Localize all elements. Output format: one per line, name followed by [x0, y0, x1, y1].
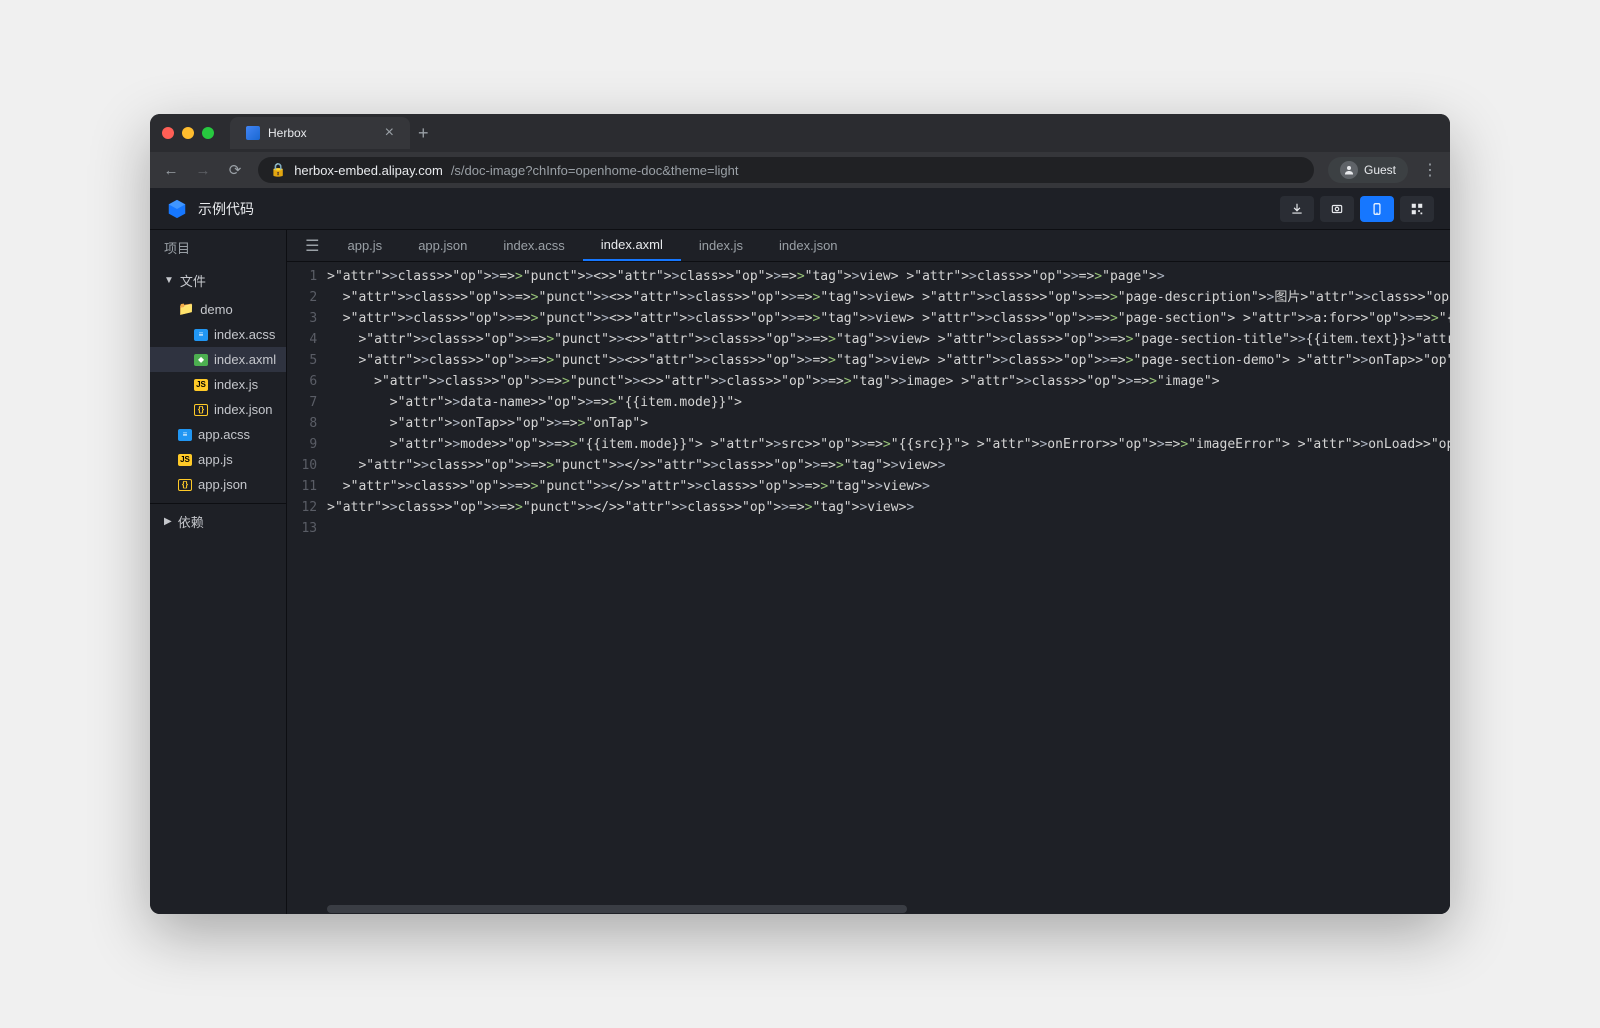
- hamburger-menu-icon[interactable]: ☰: [295, 236, 329, 256]
- forward-button[interactable]: →: [194, 162, 212, 179]
- close-window-button[interactable]: [162, 127, 174, 139]
- lock-icon: 🔒: [270, 162, 286, 178]
- acss-file-icon: ≡: [178, 429, 192, 441]
- sidebar-header: 项目: [150, 230, 286, 265]
- editor-tab-index-acss[interactable]: index.acss: [485, 230, 582, 261]
- url-host: herbox-embed.alipay.com: [294, 163, 443, 178]
- reload-button[interactable]: ⟳: [226, 161, 244, 179]
- qrcode-button[interactable]: [1400, 196, 1434, 222]
- editor-tabs: ☰ app.jsapp.jsonindex.acssindex.axmlinde…: [287, 230, 1450, 262]
- minimize-window-button[interactable]: [182, 127, 194, 139]
- chevron-right-icon: ▶: [164, 516, 172, 527]
- axml-file-icon: ⬥: [194, 354, 208, 366]
- editor-tab-index-json[interactable]: index.json: [761, 230, 856, 261]
- file-item-index-js[interactable]: JSindex.js: [150, 372, 286, 397]
- code-editor[interactable]: 12345678910111213 >"attr">>class>>"op">>…: [287, 262, 1450, 904]
- file-item-app-js[interactable]: JSapp.js: [150, 447, 286, 472]
- browser-window: Herbox × + ← → ⟳ 🔒 herbox-embed.alipay.c…: [150, 114, 1450, 914]
- editor-tab-app-json[interactable]: app.json: [400, 230, 485, 261]
- editor-area: ☰ app.jsapp.jsonindex.acssindex.axmlinde…: [287, 230, 1450, 914]
- sidebar: 项目 ▼ 文件 📁 demo ≡index.acss⬥index.axmlJSi…: [150, 230, 287, 914]
- tab-favicon-icon: [246, 126, 260, 140]
- app-title: 示例代码: [198, 199, 254, 219]
- js-file-icon: JS: [194, 379, 208, 391]
- guest-label: Guest: [1364, 163, 1396, 177]
- new-tab-button[interactable]: +: [418, 123, 429, 144]
- titlebar: Herbox × +: [150, 114, 1450, 152]
- maximize-window-button[interactable]: [202, 127, 214, 139]
- screenshot-button[interactable]: [1320, 196, 1354, 222]
- main: 项目 ▼ 文件 📁 demo ≡index.acss⬥index.axmlJSi…: [150, 230, 1450, 914]
- guest-profile-button[interactable]: Guest: [1328, 157, 1408, 183]
- json-file-icon: {}: [194, 404, 208, 416]
- js-file-icon: JS: [178, 454, 192, 466]
- editor-tab-index-js[interactable]: index.js: [681, 230, 761, 261]
- address-bar: ← → ⟳ 🔒 herbox-embed.alipay.com/s/doc-im…: [150, 152, 1450, 188]
- avatar-icon: [1340, 161, 1358, 179]
- header-actions: [1280, 196, 1434, 222]
- horizontal-scrollbar[interactable]: [287, 904, 1450, 914]
- line-numbers: 12345678910111213: [287, 262, 327, 904]
- url-path: /s/doc-image?chInfo=openhome-doc&theme=l…: [451, 163, 739, 178]
- app-logo-icon: [166, 198, 188, 220]
- scrollbar-thumb[interactable]: [327, 905, 907, 913]
- download-button[interactable]: [1280, 196, 1314, 222]
- file-item-index-acss[interactable]: ≡index.acss: [150, 322, 286, 347]
- folder-demo[interactable]: 📁 demo: [150, 296, 286, 322]
- app-header: 示例代码: [150, 188, 1450, 230]
- deps-label: 依赖: [178, 512, 204, 531]
- files-label: 文件: [180, 271, 206, 290]
- acss-file-icon: ≡: [194, 329, 208, 341]
- sidebar-section-deps[interactable]: ▶ 依赖: [150, 503, 286, 537]
- traffic-lights: [162, 127, 214, 139]
- url-input[interactable]: 🔒 herbox-embed.alipay.com/s/doc-image?ch…: [258, 157, 1314, 183]
- json-file-icon: {}: [178, 479, 192, 491]
- chevron-down-icon: ▼: [164, 275, 174, 286]
- folder-icon: 📁: [178, 301, 194, 317]
- browser-tab[interactable]: Herbox ×: [230, 117, 410, 149]
- editor-tab-app-js[interactable]: app.js: [329, 230, 400, 261]
- tab-title: Herbox: [268, 126, 307, 140]
- back-button[interactable]: ←: [162, 162, 180, 179]
- editor-tab-index-axml[interactable]: index.axml: [583, 230, 681, 261]
- folder-name: demo: [200, 302, 233, 317]
- file-item-app-json[interactable]: {}app.json: [150, 472, 286, 497]
- file-item-index-axml[interactable]: ⬥index.axml: [150, 347, 286, 372]
- file-item-app-acss[interactable]: ≡app.acss: [150, 422, 286, 447]
- phone-preview-button[interactable]: [1360, 196, 1394, 222]
- sidebar-section-files[interactable]: ▼ 文件: [150, 265, 286, 296]
- file-item-index-json[interactable]: {}index.json: [150, 397, 286, 422]
- tab-close-icon[interactable]: ×: [385, 124, 394, 142]
- code-content: >"attr">>class>>"op">>=>>"punct">><>>"at…: [327, 262, 1450, 904]
- browser-menu-icon[interactable]: ⋮: [1422, 160, 1438, 180]
